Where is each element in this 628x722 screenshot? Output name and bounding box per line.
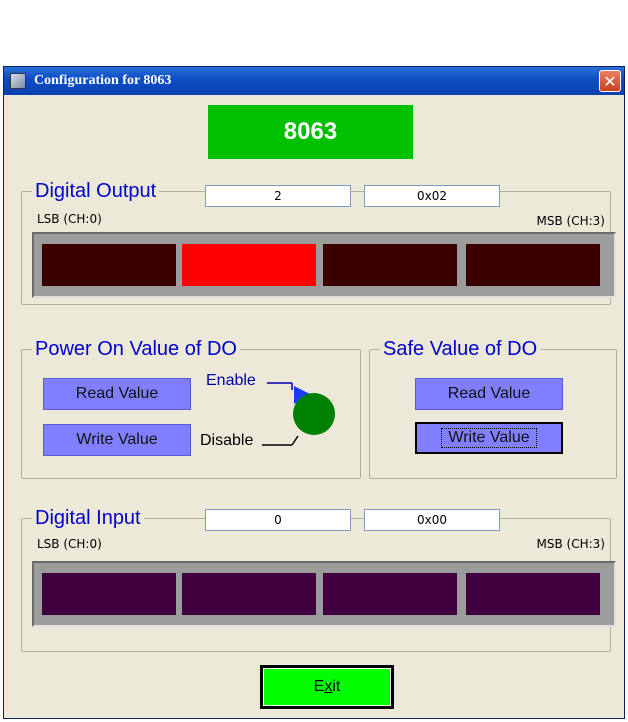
di-lsb-label: LSB (CH:0): [37, 537, 102, 551]
exit-button[interactable]: Ex it: [260, 665, 394, 709]
config-window: Configuration for 8063 ✕ 8063 Digital Ou…: [3, 66, 625, 719]
do-led-3[interactable]: [42, 244, 176, 286]
safe-value-title: Safe Value of DO: [380, 337, 541, 361]
app-icon: [10, 73, 26, 89]
window-title: Configuration for 8063: [34, 73, 172, 88]
exit-button-face: Ex it: [263, 668, 391, 706]
di-led-3: [42, 573, 176, 615]
di-led-0: [466, 573, 600, 615]
close-icon[interactable]: ✕: [599, 70, 621, 92]
digital-output-title: Digital Output: [32, 179, 160, 203]
safe-write-button-label: Write Value: [441, 428, 537, 448]
do-led-0[interactable]: [466, 244, 600, 286]
exit-label-rest: it: [332, 678, 341, 695]
di-decimal-field[interactable]: 0: [205, 509, 351, 531]
do-led-1[interactable]: [182, 244, 316, 286]
enable-disable-diagram: [262, 382, 335, 446]
power-on-indicator-icon[interactable]: [293, 393, 335, 435]
safe-write-button[interactable]: Write Value: [415, 422, 563, 454]
exit-label-accel: x: [324, 678, 333, 695]
di-led-1: [323, 573, 457, 615]
di-led-panel: [32, 561, 616, 627]
do-decimal-field[interactable]: 2: [205, 185, 351, 207]
do-hex-field[interactable]: 0x02: [364, 185, 500, 207]
di-hex-field[interactable]: 0x00: [364, 509, 500, 531]
digital-input-group: Digital Input 0 0x00 LSB (CH:0) MSB (CH:…: [21, 506, 616, 652]
exit-label-e: E: [313, 678, 325, 695]
do-msb-label: MSB (CH:3): [536, 214, 605, 228]
power-on-value-group: Power On Value of DO Read Value Write Va…: [21, 337, 361, 479]
do-lsb-label: LSB (CH:0): [37, 212, 102, 226]
do-led-panel: [32, 232, 616, 298]
di-led-2: [182, 573, 316, 615]
di-msb-label: MSB (CH:3): [536, 537, 605, 551]
do-led-2[interactable]: [323, 244, 457, 286]
safe-value-group: Safe Value of DO Read Value Write Value: [369, 337, 617, 479]
module-badge: 8063: [208, 105, 413, 159]
title-bar[interactable]: Configuration for 8063 ✕: [4, 67, 624, 95]
digital-input-title: Digital Input: [32, 506, 144, 530]
digital-output-group: Digital Output 2 0x02 LSB (CH:0) MSB (CH…: [21, 179, 616, 305]
safe-read-button[interactable]: Read Value: [415, 378, 563, 410]
